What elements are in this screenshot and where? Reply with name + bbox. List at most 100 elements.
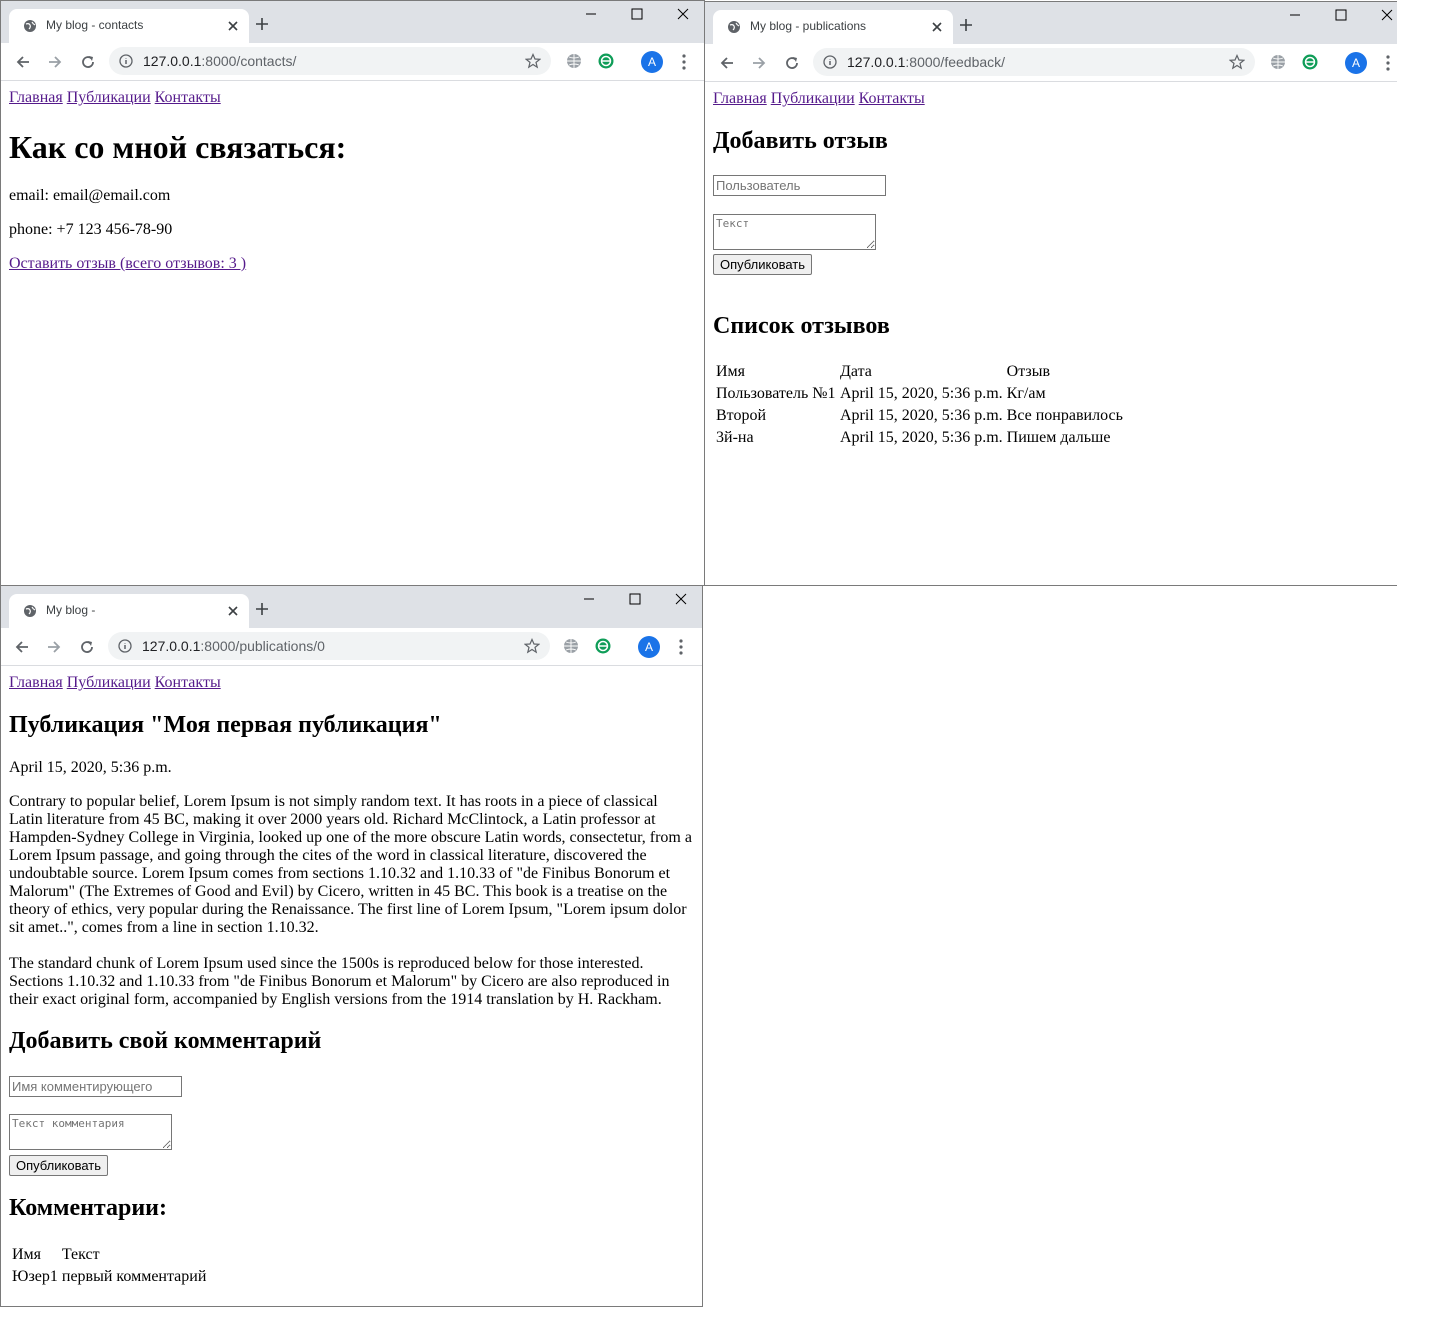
close-tab-icon[interactable] <box>931 21 943 33</box>
nav-link-publications[interactable]: Публикации <box>67 674 151 691</box>
publication-date: April 15, 2020, 5:36 p.m. <box>9 759 172 776</box>
title-bar: My blog - publications <box>705 2 1397 44</box>
close-window-icon[interactable] <box>674 592 688 606</box>
page-content: Главная Публикации Контакты Как со мной … <box>1 81 704 585</box>
site-nav: Главная Публикации Контакты <box>9 674 221 692</box>
contact-email: email: email@email.com <box>9 187 171 204</box>
globe-icon <box>24 605 36 617</box>
info-icon[interactable] <box>823 55 837 69</box>
nav-link-home[interactable]: Главная <box>713 90 767 107</box>
profile-avatar[interactable]: A <box>638 636 660 658</box>
more-menu-icon[interactable] <box>681 53 687 71</box>
maximize-icon[interactable] <box>1334 8 1348 22</box>
new-tab-icon[interactable] <box>255 602 269 616</box>
table-row: Пользователь №1 April 15, 2020, 5:36 p.m… <box>715 384 1124 404</box>
minimize-icon[interactable] <box>1288 8 1302 22</box>
feedback-list-heading: Список отзывов <box>713 313 890 339</box>
browser-toolbar: 127.0.0.1:8000/contacts/ A <box>1 43 704 81</box>
url-path: :8000/publications/0 <box>200 638 325 654</box>
nav-link-home[interactable]: Главная <box>9 674 63 691</box>
forward-icon[interactable] <box>45 638 63 656</box>
publication-paragraph: Contrary to popular belief, Lorem Ipsum … <box>9 793 692 936</box>
column-header: Текст <box>61 1246 100 1263</box>
translate-extension-icon[interactable] <box>566 53 582 69</box>
new-tab-icon[interactable] <box>959 18 973 32</box>
profile-avatar[interactable]: A <box>641 51 663 73</box>
address-bar[interactable]: 127.0.0.1:8000/contacts/ <box>109 47 551 75</box>
cell-feedback: Кг/ам <box>1006 385 1046 402</box>
comment-text-input[interactable] <box>9 1114 172 1150</box>
bookmark-star-icon[interactable] <box>525 53 541 69</box>
nav-link-publications[interactable]: Публикации <box>771 90 855 107</box>
publish-comment-button[interactable]: Опубликовать <box>9 1155 109 1176</box>
address-bar[interactable]: 127.0.0.1:8000/publications/0 <box>108 632 550 660</box>
tab-feedback[interactable]: My blog - publications <box>713 10 953 44</box>
page-content: Главная Публикации Контакты Добавить отз… <box>705 82 1397 585</box>
username-input[interactable] <box>713 175 886 196</box>
minimize-icon[interactable] <box>582 592 596 606</box>
cell-date: April 15, 2020, 5:36 p.m. <box>840 385 1003 402</box>
more-menu-icon[interactable] <box>1385 54 1391 72</box>
tab-publication[interactable]: My blog - <box>9 594 249 628</box>
nav-link-contacts[interactable]: Контакты <box>155 674 221 691</box>
forward-icon[interactable] <box>750 54 768 72</box>
tab-title: My blog - publications <box>750 19 867 33</box>
nav-link-publications[interactable]: Публикации <box>67 89 151 106</box>
publication-paragraph: The standard chunk of Lorem Ipsum used s… <box>9 955 670 1008</box>
bookmark-star-icon[interactable] <box>1229 54 1245 70</box>
back-icon[interactable] <box>718 54 736 72</box>
commenter-name-input[interactable] <box>9 1076 182 1097</box>
back-icon[interactable] <box>13 638 31 656</box>
cell-feedback: Все понравилось <box>1006 407 1123 424</box>
feedback-text-input[interactable] <box>713 214 876 250</box>
reload-icon[interactable] <box>79 53 97 71</box>
close-window-icon[interactable] <box>1380 8 1394 22</box>
close-tab-icon[interactable] <box>227 605 239 617</box>
leave-feedback-link[interactable]: Оставить отзыв (всего отзывов: 3 ) <box>9 255 246 273</box>
forward-icon[interactable] <box>46 53 64 71</box>
table-header-row: Имя Дата Отзыв <box>715 362 1124 382</box>
cell-name: Пользователь №1 <box>716 385 836 402</box>
browser-window-feedback: My blog - publications 127.0.0.1:8000/fe… <box>704 1 1397 586</box>
reload-icon[interactable] <box>783 54 801 72</box>
profile-avatar[interactable]: A <box>1345 52 1367 74</box>
browser-window-contacts: My blog - contacts 127.0.0.1:8000/contac… <box>0 0 705 586</box>
site-nav: Главная Публикации Контакты <box>713 90 925 108</box>
info-icon[interactable] <box>119 54 133 68</box>
bookmark-star-icon[interactable] <box>524 638 540 654</box>
nav-link-home[interactable]: Главная <box>9 89 63 106</box>
tab-contacts[interactable]: My blog - contacts <box>9 9 249 43</box>
translate-extension-icon[interactable] <box>563 638 579 654</box>
column-header: Имя <box>12 1246 42 1263</box>
table-header-row: Имя Текст <box>11 1245 207 1265</box>
cell-comment: первый комментарий <box>61 1268 207 1285</box>
feedback-table: Имя Дата Отзыв Пользователь №1 April 15,… <box>713 360 1126 450</box>
close-window-icon[interactable] <box>676 7 690 21</box>
maximize-icon[interactable] <box>630 7 644 21</box>
minimize-icon[interactable] <box>584 7 598 21</box>
back-icon[interactable] <box>14 53 32 71</box>
add-comment-heading: Добавить свой комментарий <box>9 1028 322 1054</box>
nav-link-contacts[interactable]: Контакты <box>155 89 221 106</box>
url-text: 127.0.0.1:8000/feedback/ <box>847 54 1005 70</box>
cell-name: 3й-на <box>716 429 754 446</box>
cell-feedback: Пишем дальше <box>1006 429 1111 446</box>
info-icon[interactable] <box>118 639 132 653</box>
browser-toolbar: 127.0.0.1:8000/feedback/ A <box>705 44 1397 82</box>
vpn-extension-icon[interactable] <box>1302 54 1318 70</box>
maximize-icon[interactable] <box>628 592 642 606</box>
browser-toolbar: 127.0.0.1:8000/publications/0 A <box>1 628 702 666</box>
table-row: Второй April 15, 2020, 5:36 p.m. Все пон… <box>715 406 1124 426</box>
nav-link-contacts[interactable]: Контакты <box>859 90 925 107</box>
address-bar[interactable]: 127.0.0.1:8000/feedback/ <box>813 48 1255 76</box>
reload-icon[interactable] <box>78 638 96 656</box>
vpn-extension-icon[interactable] <box>595 638 611 654</box>
translate-extension-icon[interactable] <box>1270 54 1286 70</box>
vpn-extension-icon[interactable] <box>598 53 614 69</box>
more-menu-icon[interactable] <box>678 638 684 656</box>
close-tab-icon[interactable] <box>227 20 239 32</box>
publish-button[interactable]: Опубликовать <box>713 254 813 275</box>
globe-icon <box>728 21 740 33</box>
cell-date: April 15, 2020, 5:36 p.m. <box>840 429 1003 446</box>
new-tab-icon[interactable] <box>255 17 269 31</box>
